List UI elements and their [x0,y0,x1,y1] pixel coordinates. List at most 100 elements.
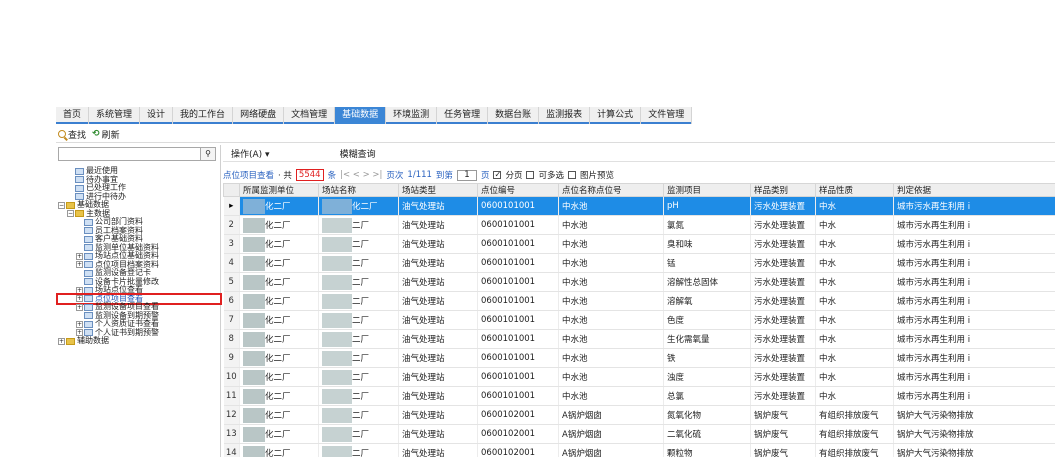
table-row[interactable]: 13 化二厂 二厂 油气处理站 0600102001 A锅炉烟囱 二氧化硫 锅炉废气 有组织排放… [223,424,1055,444]
cell-text: 二厂 [352,315,370,326]
column-header[interactable]: 点位名称点位号 [558,183,664,197]
table-cell-code: 0600101001 [477,272,559,292]
menu-tab[interactable]: 计算公式 [590,107,642,124]
multi-select-checkbox[interactable] [526,171,535,179]
table-row[interactable]: ▸ 化二厂 化二厂 油气处理站 0600101001 中水池 pH 污水处理装置 中水 城市污水再… [223,196,1055,216]
table-row[interactable]: 5 化二厂 二厂 油气处理站 0600101001 中水池 溶解性总固体 污水处理装置 中水 城市… [223,272,1055,292]
collapse-icon[interactable]: − [67,210,74,218]
tree-node[interactable]: 最近使用 [58,166,220,176]
table-cell-cat: 污水处理装置 [750,234,816,254]
table-cell-basis: 锅炉大气污染物排放 [893,424,1055,444]
menu-tab[interactable]: 文件管理 [641,107,693,124]
menu-tab[interactable]: 监测报表 [539,107,591,124]
table-row[interactable]: 2 化二厂 二厂 油气处理站 0600101001 中水池 氯氮 污水处理装置 中水 城市污水再生… [223,215,1055,235]
redacted-block [322,331,352,347]
table-cell-n: 11 [223,386,240,406]
column-header[interactable] [223,183,240,197]
expand-icon[interactable]: + [58,337,65,345]
expand-icon[interactable]: + [76,261,83,269]
table-row[interactable]: 6 化二厂 二厂 油气处理站 0600101001 中水池 溶解氧 污水处理装置 中水 城市污水再… [223,291,1055,311]
table-row[interactable]: 3 化二厂 二厂 油气处理站 0600101001 中水池 臭和味 污水处理装置 中水 城市污水再… [223,234,1055,254]
table-cell-code: 0600101001 [477,329,559,349]
redacted-block [243,331,265,347]
expand-icon[interactable]: + [76,320,83,328]
collapse-icon[interactable]: − [58,201,65,209]
tree-search-icon[interactable]: ⚲ [200,148,215,160]
expand-icon[interactable]: + [76,252,83,260]
image-preview-checkbox[interactable] [567,171,576,179]
menu-tab[interactable]: 任务管理 [437,107,489,124]
operate-menu-button[interactable]: 操作(A) ▾ [231,147,270,160]
page-number-input[interactable]: 1 [456,169,477,181]
table-row[interactable]: 12 化二厂 二厂 油气处理站 0600102001 A锅炉烟囱 氮氧化物 锅炉废气 有组织排放… [223,405,1055,425]
page-navigation-buttons[interactable]: |< < > >| [340,170,382,180]
table-cell-nature: 中水 [815,196,894,216]
table-cell-nature: 中水 [815,234,894,254]
grid-header-row: 所属监测单位 场站名称 场站类型 点位编号 点位名称点位号 监测项目 样品类别 样品性质 判定依… [223,183,1055,197]
column-header[interactable]: 样品性质 [815,183,894,197]
document-icon [75,176,84,184]
table-cell-item: 氮氧化物 [663,405,751,425]
table-row[interactable]: 7 化二厂 二厂 油气处理站 0600101001 中水池 色度 污水处理装置 中水 城市污水再生… [223,310,1055,330]
table-cell-nature: 中水 [815,310,894,330]
document-icon [84,312,93,320]
document-icon [84,244,93,252]
tree-node[interactable]: 待办事宜 [58,175,220,185]
table-cell-n: ▸ [223,196,240,216]
column-header[interactable]: 所属监测单位 [239,183,319,197]
search-button[interactable]: 查找 [58,128,86,141]
table-cell-n: 13 [223,424,240,444]
tree-node[interactable]: 已处理工作 [58,183,220,193]
redacted-block [243,255,265,271]
table-row[interactable]: 14 化二厂 二厂 油气处理站 0600102001 A锅炉烟囱 颗粒物 锅炉废气 有组织排放废… [223,443,1055,457]
table-cell-nature: 中水 [815,367,894,387]
menu-tab[interactable]: 设计 [140,107,174,124]
table-row[interactable]: 4 化二厂 二厂 油气处理站 0600101001 中水池锰污水处理装置 中水 城市污水再生利… [223,253,1055,273]
expand-icon[interactable]: + [76,295,83,303]
fuzzy-search-button[interactable]: 模糊查询 [340,147,376,160]
menu-tab[interactable]: 环境监测 [386,107,438,124]
redacted-block [322,388,352,404]
tree-node[interactable]: + 辅助数据 [58,336,220,346]
column-header[interactable]: 场站类型 [398,183,478,197]
goto-label: 到第 [435,171,453,181]
table-row[interactable]: 11 化二厂 二厂 油气处理站 0600101001 中水池 总氯 污水处理装置 中水 城市污水再… [223,386,1055,406]
main-menu-bar: 首页 系统管理 设计 我的工作台 网络硬盘 文档管理 基础数据 环境监测 任务管理 数据台账 监测报… [56,107,693,124]
menu-tab[interactable]: 基础数据 [335,107,387,124]
table-cell-nature: 中水 [815,215,894,235]
menu-tab[interactable]: 首页 [56,107,90,124]
expand-icon[interactable]: + [76,286,83,294]
redacted-block [243,407,265,423]
table-cell-n: 5 [223,272,240,292]
tree-node[interactable]: − 基础数据 [58,200,220,210]
document-icon [84,278,93,286]
menu-tab[interactable]: 系统管理 [89,107,141,124]
column-header[interactable]: 场站名称 [318,183,399,197]
paging-checkbox[interactable]: ✓ [493,171,502,179]
table-row[interactable]: 9 化二厂 二厂 油气处理站 0600101001 中水池铁污水处理装置 中水 城市污水再生利… [223,348,1055,368]
search-button-label: 查找 [68,130,87,141]
column-header[interactable]: 监测项目 [663,183,751,197]
table-cell-basis: 锅炉大气污染物排放 [893,405,1055,425]
column-header[interactable]: 判定依据 [893,183,1055,197]
cell-text: 化二厂 [265,315,291,326]
menu-tab[interactable]: 我的工作台 [173,107,234,124]
menu-tab[interactable]: 数据台账 [488,107,540,124]
cell-text: 化二厂 [265,372,291,383]
column-header[interactable]: 样品类别 [750,183,816,197]
table-cell-type: 油气处理站 [398,196,478,216]
tree-search-input[interactable]: ⚲ [58,147,216,161]
expand-icon[interactable]: + [76,303,83,311]
table-row[interactable]: 10 化二厂 二厂 油气处理站 0600101001 中水池 浊度 污水处理装置 中水 城市污水再… [223,367,1055,387]
column-header[interactable]: 点位编号 [477,183,559,197]
menu-tab[interactable]: 文档管理 [284,107,336,124]
menu-tab[interactable]: 网络硬盘 [233,107,285,124]
refresh-button[interactable]: ⟲ 刷新 [92,128,120,141]
document-icon [84,295,93,303]
table-cell-unit: 化二厂 [239,291,319,311]
document-icon [84,303,93,311]
table-cell-unit: 化二厂 [239,310,319,330]
table-row[interactable]: 8 化二厂 二厂 油气处理站 0600101001 中水池 生化需氧量 污水处理装置 中水 城市污… [223,329,1055,349]
table-cell-cat: 污水处理装置 [750,310,816,330]
grid-title: 点位项目查看 [223,171,275,181]
